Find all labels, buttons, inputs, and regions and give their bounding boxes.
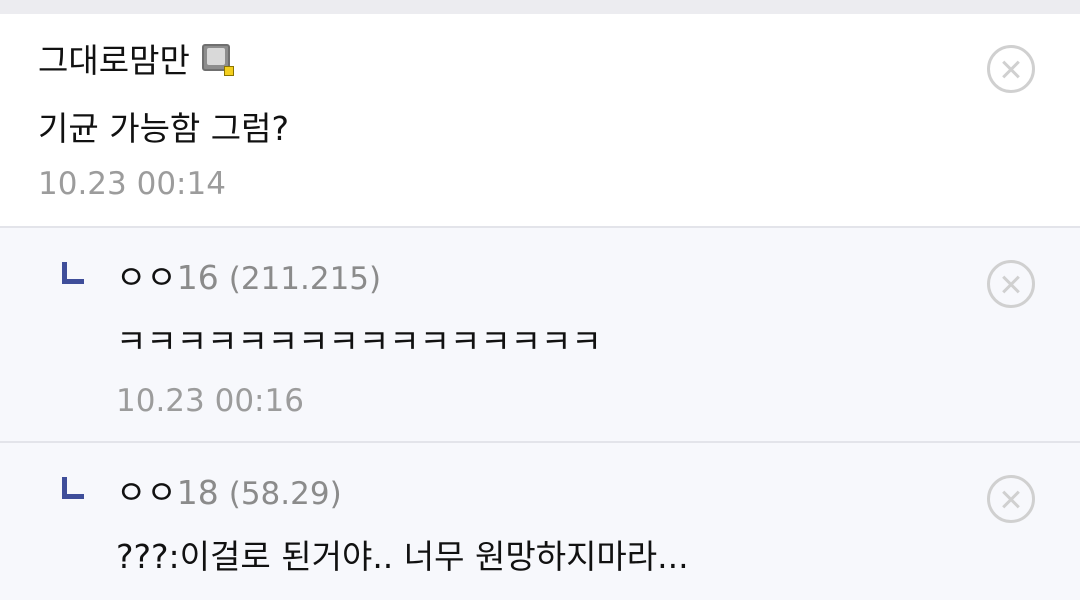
- comment-author[interactable]: 그대로맘만: [38, 44, 234, 77]
- author-ip: (58.29): [228, 476, 342, 512]
- reply-item: ㅇㅇ16 (211.215) ㅋㅋㅋㅋㅋㅋㅋㅋㅋㅋㅋㅋㅋㅋㅋㅋ 10.23 00:…: [0, 226, 1080, 441]
- reply-item: ㅇㅇ18 (58.29) ???:이걸로 된거야.. 너무 원망하지마라...: [0, 441, 1080, 600]
- reply-text: ㅋㅋㅋㅋㅋㅋㅋㅋㅋㅋㅋㅋㅋㅋㅋㅋ: [116, 322, 602, 361]
- delete-reply-button[interactable]: [987, 475, 1035, 523]
- delete-comment-button[interactable]: [987, 45, 1035, 93]
- author-nickname[interactable]: ㅇㅇ: [116, 258, 177, 297]
- comment-text: 기균 가능함 그럼?: [38, 109, 290, 148]
- top-divider-strip: [0, 0, 1080, 14]
- reply-date: 10.23 00:16: [116, 383, 304, 419]
- author-ip: (211.215): [228, 261, 382, 297]
- reply-arrow-icon: [62, 477, 84, 499]
- comment-item: 그대로맘만 기균 가능함 그럼? 10.23 00:14: [0, 14, 1080, 226]
- author-nickname[interactable]: 그대로맘만: [38, 41, 190, 80]
- gallog-icon[interactable]: [201, 44, 234, 76]
- author-nickname-number: 18: [176, 473, 219, 512]
- reply-text: ???:이걸로 된거야.. 너무 원망하지마라...: [116, 537, 689, 576]
- reply-arrow-icon: [62, 262, 84, 284]
- reply-author[interactable]: ㅇㅇ16 (211.215): [116, 261, 381, 295]
- delete-reply-button[interactable]: [987, 260, 1035, 308]
- reply-author[interactable]: ㅇㅇ18 (58.29): [116, 476, 342, 510]
- comment-date: 10.23 00:14: [38, 166, 226, 202]
- author-nickname[interactable]: ㅇㅇ: [116, 473, 177, 512]
- author-nickname-number: 16: [176, 258, 219, 297]
